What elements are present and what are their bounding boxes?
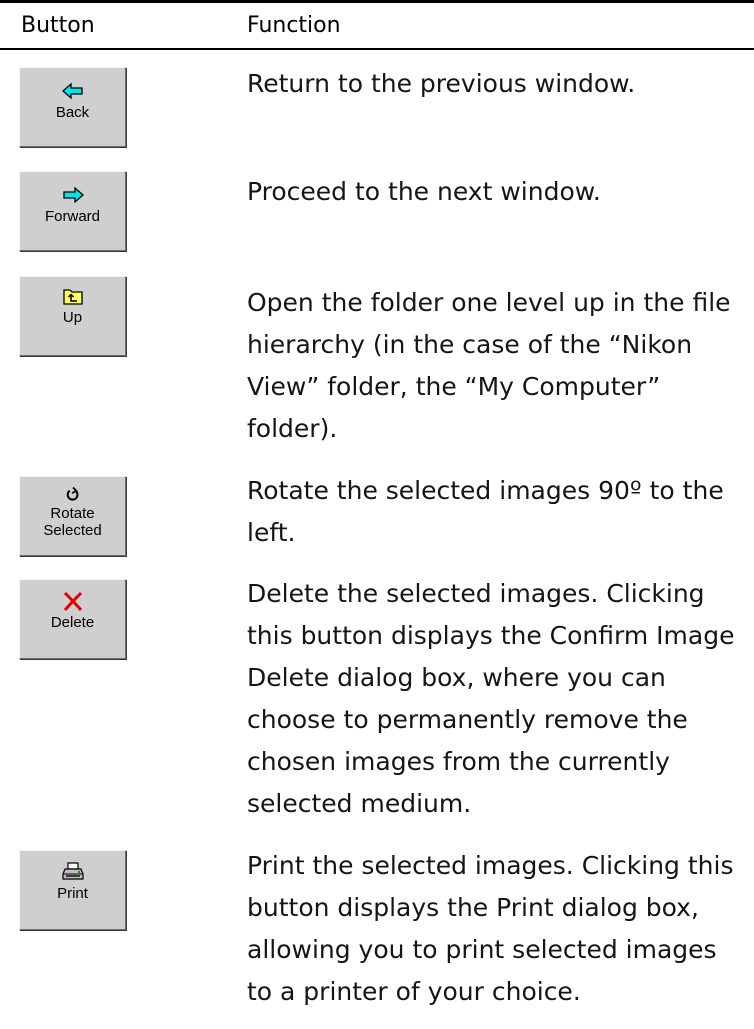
arrow-right-icon <box>62 186 84 204</box>
back-label: Back <box>55 104 90 121</box>
table-header: Button Function <box>0 3 754 48</box>
arrow-left-icon <box>61 82 83 100</box>
up-description: Open the folder one level up in the file… <box>247 288 731 443</box>
delete-button[interactable]: Delete <box>19 579 126 659</box>
header-button: Button <box>21 13 95 38</box>
back-button[interactable]: Back <box>19 67 126 147</box>
folder-up-icon <box>62 289 83 305</box>
up-label: Up <box>62 309 83 326</box>
delete-x-icon <box>63 591 82 611</box>
forward-label: Forward <box>44 208 100 225</box>
print-description: Print the selected images. Clicking this… <box>247 851 734 1006</box>
rotate-label-line1: Rotate <box>50 505 95 522</box>
back-description: Return to the previous window. <box>247 69 636 98</box>
print-label: Print <box>57 885 88 902</box>
delete-label: Delete <box>50 614 95 631</box>
rotate-label-line2: Selected <box>43 522 102 539</box>
printer-icon <box>61 862 84 880</box>
header-function: Function <box>247 13 341 38</box>
forward-description: Proceed to the next window. <box>247 177 601 206</box>
print-button[interactable]: Print <box>19 850 126 930</box>
rotate-left-icon <box>66 486 78 501</box>
rotate-selected-button[interactable]: Rotate Selected <box>19 476 126 556</box>
header-rule <box>0 48 754 50</box>
forward-button[interactable]: Forward <box>19 171 126 251</box>
delete-description: Delete the selected images. Clicking thi… <box>247 579 735 818</box>
up-button[interactable]: Up <box>19 276 126 356</box>
rotate-description: Rotate the selected images 90º to the le… <box>247 476 724 547</box>
